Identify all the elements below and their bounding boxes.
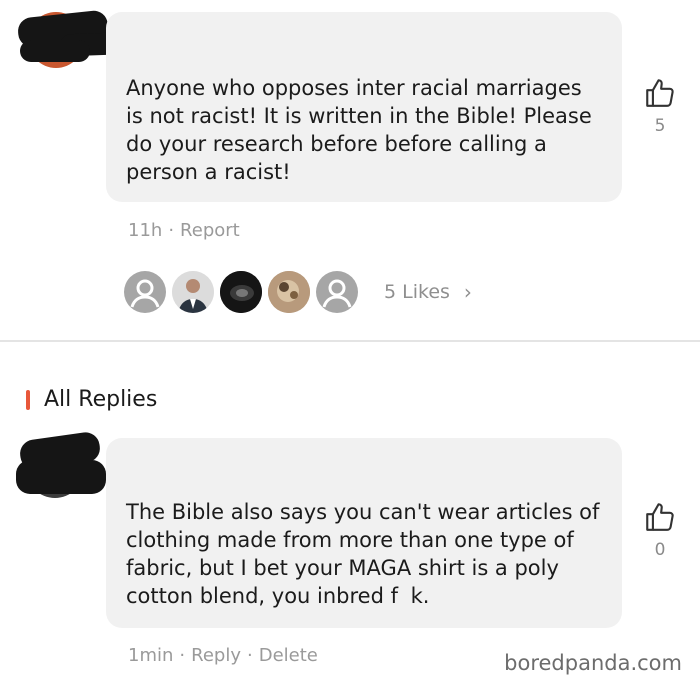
redacted-reply-name-2	[16, 460, 106, 494]
reply-timestamp: 1min	[128, 645, 174, 666]
reply-like-button[interactable]: 0	[640, 500, 680, 560]
liker-avatar-photo	[220, 271, 262, 313]
accent-marker	[26, 389, 30, 410]
comment-like-button[interactable]: 5	[640, 76, 680, 136]
replies-header: All Replies	[26, 387, 157, 412]
liker-avatar-photo	[268, 271, 310, 313]
watermark: boredpanda.com	[504, 651, 682, 675]
likes-count-label: 5 Likes	[384, 281, 450, 303]
liker-avatar-placeholder	[124, 271, 166, 313]
comment-text: Anyone who opposes inter racial marriage…	[126, 76, 592, 184]
section-divider	[0, 340, 700, 342]
chevron-right-icon: ›	[463, 280, 472, 304]
liker-avatar-photo	[172, 271, 214, 313]
delete-link[interactable]: Delete	[259, 645, 318, 666]
report-link[interactable]: Report	[180, 220, 240, 241]
reply-meta: 1min · Reply · Delete	[128, 645, 318, 666]
thumbs-up-icon	[646, 79, 674, 107]
likers-row[interactable]: 5 Likes ›	[124, 270, 472, 314]
likes-count-link[interactable]: 5 Likes ›	[384, 280, 472, 304]
comment-like-count: 5	[654, 116, 666, 136]
liker-avatar-placeholder	[316, 271, 358, 313]
reply-link[interactable]: Reply	[191, 645, 241, 666]
replies-title: All Replies	[44, 387, 158, 412]
comment-meta: 11h · Report	[128, 220, 240, 241]
redacted-name-3	[20, 40, 90, 62]
reply-text: The Bible also says you can't wear artic…	[126, 500, 600, 608]
comment-timestamp: 11h	[128, 220, 163, 241]
thumbs-up-icon	[646, 503, 674, 531]
reply-like-count: 0	[654, 540, 666, 560]
